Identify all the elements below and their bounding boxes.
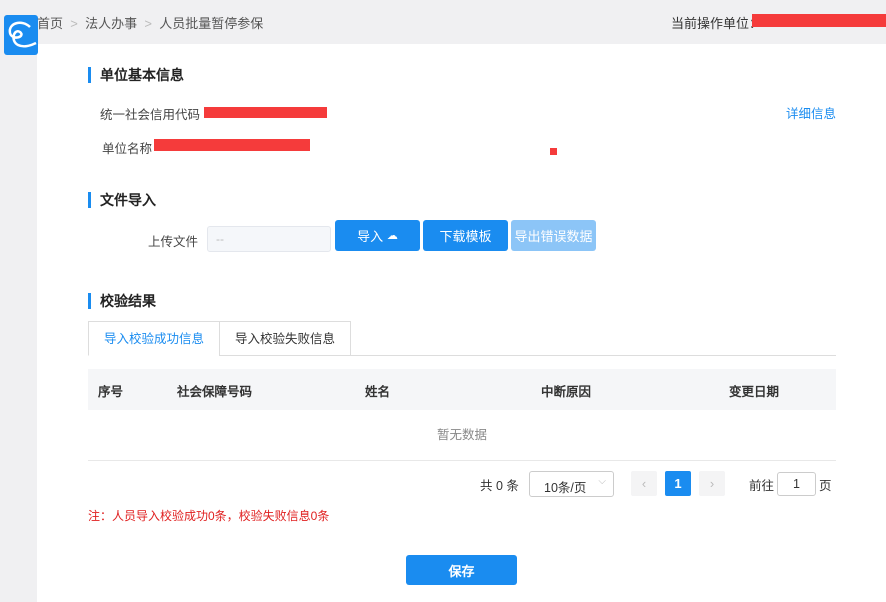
page-1-button[interactable]: 1: [665, 471, 691, 496]
export-error-button[interactable]: 导出错误数据: [511, 220, 596, 251]
page-size-select[interactable]: 10条/页 ⌵: [529, 471, 614, 497]
detail-link[interactable]: 详细信息: [786, 103, 836, 122]
tab-success[interactable]: 导入校验成功信息: [88, 321, 220, 356]
import-label: 导入: [357, 226, 383, 245]
import-button[interactable]: 导入 ☁: [335, 220, 420, 251]
redacted-unit-name: [154, 139, 310, 151]
upload-label: 上传文件: [148, 231, 198, 250]
current-unit-label: 当前操作单位：: [671, 13, 762, 32]
download-template-button[interactable]: 下载模板: [423, 220, 508, 251]
file-input[interactable]: --: [207, 226, 331, 252]
page-suffix: 页: [819, 475, 832, 494]
credit-code-label: 统一社会信用代码: [100, 104, 200, 123]
prev-page-button[interactable]: ‹: [631, 471, 657, 496]
chevron-right-icon: >: [67, 16, 82, 31]
validation-note: 注：人员导入校验成功0条，校验失败信息0条: [88, 507, 329, 524]
breadcrumb: 首页 > 法人办事 > 人员批量暂停参保: [37, 13, 263, 32]
col-reason: 中断原因: [541, 381, 591, 400]
redacted-mark: [550, 148, 557, 155]
table-header: 序号 社会保障号码 姓名 中断原因 变更日期: [88, 369, 836, 410]
empty-text: 暂无数据: [88, 410, 836, 461]
chevron-right-icon: >: [141, 16, 156, 31]
breadcrumb-legal[interactable]: 法人办事: [85, 16, 137, 31]
tab-failure[interactable]: 导入校验失败信息: [219, 321, 351, 356]
left-sidebar: [0, 0, 37, 602]
col-name: 姓名: [365, 381, 390, 400]
redacted-unit: [752, 14, 886, 27]
breadcrumb-home[interactable]: 首页: [37, 16, 63, 31]
col-date: 变更日期: [729, 381, 779, 400]
breadcrumb-current: 人员批量暂停参保: [159, 16, 263, 31]
validation-title: 校验结果: [88, 293, 156, 309]
unit-name-label: 单位名称: [102, 138, 152, 157]
goto-page-input[interactable]: 1: [777, 472, 816, 496]
file-import-title: 文件导入: [88, 192, 156, 208]
col-index: 序号: [98, 381, 123, 400]
chevron-down-icon: ⌵: [598, 476, 606, 487]
goto-label: 前往: [749, 475, 774, 494]
next-page-button[interactable]: ›: [699, 471, 725, 496]
page-size-value: 10条/页: [544, 481, 586, 495]
col-ssn: 社会保障号码: [177, 381, 252, 400]
app-logo[interactable]: [4, 15, 38, 55]
cloud-upload-icon: ☁: [387, 229, 398, 242]
unit-info-title: 单位基本信息: [88, 67, 184, 83]
save-button[interactable]: 保存: [406, 555, 517, 585]
redacted-credit-code: [204, 107, 327, 118]
total-count: 共 0 条: [480, 475, 519, 494]
